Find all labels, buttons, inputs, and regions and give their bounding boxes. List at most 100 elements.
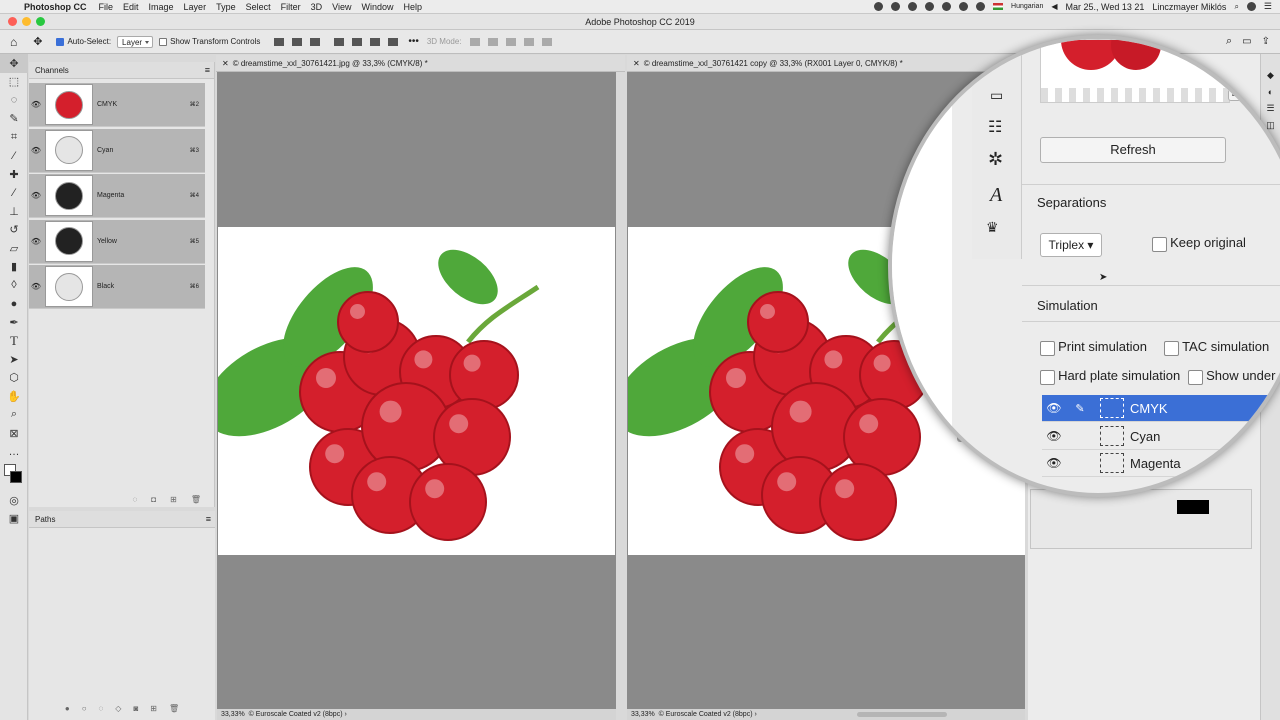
more-tools-icon[interactable]: …	[0, 443, 28, 462]
history-brush-tool-icon[interactable]: ↺	[0, 221, 28, 240]
paths-menu-icon[interactable]: ≡	[206, 511, 211, 528]
print-simulation-checkbox[interactable]	[1040, 340, 1055, 356]
menu-view[interactable]: View	[332, 2, 351, 12]
menu-file[interactable]: File	[99, 2, 114, 12]
app-menu[interactable]: Photoshop CC	[24, 2, 87, 12]
align-top-icon[interactable]	[334, 37, 345, 46]
eject-icon[interactable]	[976, 2, 986, 11]
auto-select-dropdown[interactable]: Layer	[117, 35, 154, 48]
fill-path-icon[interactable]: ●	[65, 704, 70, 716]
layers-panel-icon[interactable]: ◆	[1261, 70, 1280, 81]
eye-icon[interactable]: 👁	[29, 100, 43, 109]
minimize-window-icon[interactable]	[22, 17, 31, 26]
stamp-list-icon[interactable]: ☷	[988, 117, 1002, 137]
horizontal-scrollbar[interactable]	[857, 712, 947, 717]
wheel-icon[interactable]: ✲	[988, 149, 1003, 170]
eye-icon[interactable]: 👁	[1042, 456, 1066, 470]
load-selection-icon[interactable]: ◌	[133, 495, 138, 507]
crop-tool-icon[interactable]: ⌗	[0, 128, 28, 147]
eye-icon[interactable]: 👁	[29, 191, 43, 200]
move-tool-icon[interactable]: ✥	[33, 35, 42, 48]
delete-button[interactable]: Delete	[1228, 89, 1256, 101]
new-path-icon[interactable]: ⊞	[150, 704, 157, 716]
eye-icon[interactable]: 👁	[29, 237, 43, 246]
creative-cloud-icon[interactable]	[891, 2, 901, 11]
notification-icon[interactable]: ☰	[1264, 1, 1272, 12]
menu-window[interactable]: Window	[361, 2, 393, 12]
bluetooth-icon[interactable]	[942, 2, 952, 11]
sync-icon[interactable]	[908, 2, 918, 11]
workspace-icon[interactable]: ▭	[1242, 36, 1251, 47]
eye-icon[interactable]: 👁	[1042, 401, 1066, 415]
channel-row-black[interactable]: 👁 Black ⌘6	[29, 265, 205, 309]
document-tab-1[interactable]: ✕ © dreamstime_xxl_30761421.jpg @ 33,3% (…	[216, 55, 625, 72]
clock[interactable]: Mar 25., Wed 13 21	[1066, 2, 1145, 12]
separation-mode-dropdown[interactable]: Triplex ▾	[1040, 233, 1102, 257]
delete-channel-icon[interactable]: 🗑	[191, 495, 201, 507]
menu-help[interactable]: Help	[403, 2, 422, 12]
screen-mode-icon[interactable]: ▣	[0, 510, 28, 529]
hard-plate-checkbox[interactable]	[1040, 369, 1055, 385]
close-window-icon[interactable]	[8, 17, 17, 26]
healing-tool-icon[interactable]: ✚	[0, 165, 28, 184]
align-left-icon[interactable]	[274, 37, 285, 46]
align-center-icon[interactable]	[292, 37, 303, 46]
input-language[interactable]: Hungarian	[1011, 3, 1043, 10]
zoom-level-2[interactable]: 33,33%	[631, 711, 655, 718]
brush-tool-icon[interactable]: ∕	[0, 184, 28, 203]
delete-path-icon[interactable]: 🗑	[169, 704, 179, 716]
show-under-checkbox[interactable]	[1188, 369, 1203, 385]
pen-tool-icon[interactable]: ✒	[0, 313, 28, 332]
eyedropper-tool-icon[interactable]: ⁄	[0, 147, 28, 166]
zoom-level-1[interactable]: 33,33%	[221, 711, 245, 718]
refresh-button[interactable]: Refresh	[1040, 137, 1226, 163]
more-options-icon[interactable]: •••	[408, 36, 419, 47]
type-tool-icon[interactable]: T	[0, 332, 28, 351]
wifi-icon[interactable]	[959, 2, 969, 11]
separation-row[interactable]: 👁 Magenta	[1042, 450, 1280, 477]
auto-select-checkbox[interactable]	[56, 37, 65, 46]
record-icon[interactable]	[874, 2, 884, 11]
menu-filter[interactable]: Filter	[281, 2, 301, 12]
new-channel-icon[interactable]: ⊞	[170, 495, 177, 507]
menu-image[interactable]: Image	[149, 2, 174, 12]
search-icon[interactable]: ⌕	[1234, 2, 1238, 12]
flag-icon[interactable]	[993, 3, 1004, 10]
path-select-tool-icon[interactable]: ➤	[0, 350, 28, 369]
zoom-window-icon[interactable]	[36, 17, 45, 26]
3d-pan-icon[interactable]	[505, 37, 516, 46]
marquee-tool-icon[interactable]: ⬚	[0, 73, 28, 92]
quick-mask-icon[interactable]: ◎	[0, 491, 28, 510]
print-icon[interactable]: ▭	[990, 87, 1003, 104]
gradient-tool-icon[interactable]: ▮	[0, 258, 28, 277]
3d-scale-icon[interactable]	[541, 37, 552, 46]
menu-edit[interactable]: Edit	[123, 2, 139, 12]
distribute-icon[interactable]	[388, 37, 399, 46]
home-icon[interactable]: ⌂	[10, 35, 17, 49]
stamp-tool-icon[interactable]: ⊥	[0, 202, 28, 221]
align-middle-icon[interactable]	[352, 37, 363, 46]
3d-roll-icon[interactable]	[487, 37, 498, 46]
add-mask-icon[interactable]: ◙	[133, 704, 138, 716]
menu-type[interactable]: Type	[216, 2, 236, 12]
properties-panel-icon[interactable]: ☰	[1261, 103, 1280, 114]
save-selection-icon[interactable]: ◘	[151, 495, 156, 507]
3d-rotate-icon[interactable]	[469, 37, 480, 46]
quick-select-tool-icon[interactable]: ✎	[0, 110, 28, 129]
edit-pencil-icon[interactable]: ✎	[1066, 402, 1094, 415]
volume-icon[interactable]: ◀	[1051, 2, 1057, 11]
user-name[interactable]: Linczmayer Miklós	[1152, 2, 1226, 12]
lasso-tool-icon[interactable]: ◌	[0, 91, 28, 110]
tac-simulation-checkbox[interactable]	[1164, 340, 1179, 356]
channel-row-magenta[interactable]: 👁 Magenta ⌘4	[29, 174, 205, 218]
path-to-selection-icon[interactable]: ◌	[99, 704, 104, 716]
menu-select[interactable]: Select	[246, 2, 271, 12]
stroke-path-icon[interactable]: ○	[82, 704, 87, 716]
channels-tab[interactable]: Channels ≡	[29, 62, 214, 79]
move-tool-icon[interactable]: ✥	[0, 54, 28, 73]
comb-icon[interactable]: ♛	[986, 219, 999, 236]
channel-row-cmyk[interactable]: 👁 CMYK ⌘2	[29, 83, 205, 127]
3d-slide-icon[interactable]	[523, 37, 534, 46]
gmail-icon[interactable]	[925, 2, 935, 11]
menu-3d[interactable]: 3D	[311, 2, 323, 12]
